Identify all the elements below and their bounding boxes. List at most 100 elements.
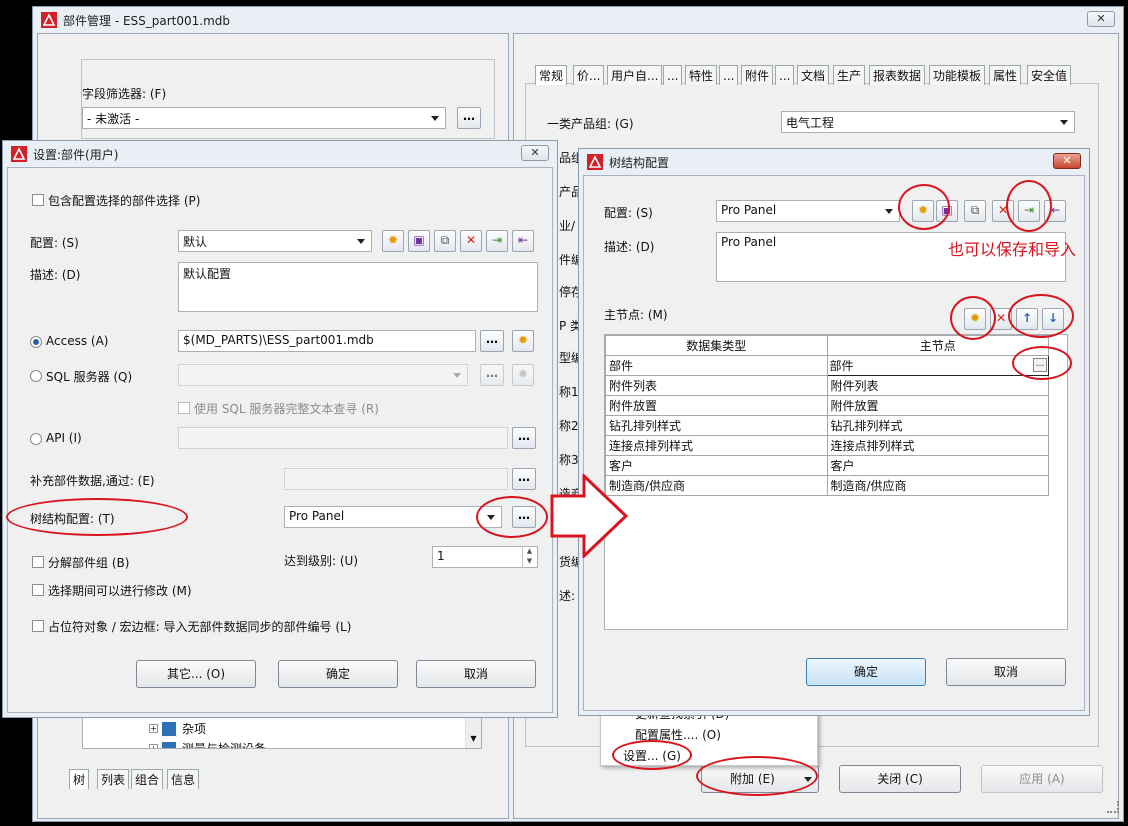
settings-ok-button[interactable]: 确定: [278, 660, 398, 688]
table-cell: 客户: [826, 455, 1049, 476]
config-select[interactable]: 默认: [178, 230, 372, 252]
tree-config-more-button[interactable]: …: [512, 506, 536, 528]
apply-button[interactable]: 应用 (A): [981, 765, 1103, 793]
red-arrow-icon: [550, 474, 629, 558]
tab-more-3[interactable]: ...: [775, 65, 795, 85]
delete-config-icon[interactable]: ✕: [992, 200, 1014, 222]
cell-more-button[interactable]: …: [1033, 358, 1047, 372]
placeholder-label: 占位符对象 / 宏边框: 导入无部件数据同步的部件编号 (L): [48, 620, 352, 634]
tab-documents[interactable]: 文档: [797, 65, 830, 85]
tab-attributes[interactable]: 属性: [989, 65, 1022, 85]
tab-production[interactable]: 生产: [833, 65, 866, 85]
table-row[interactable]: 连接点排列样式 连接点排列样式: [605, 435, 1049, 456]
access-radio[interactable]: [30, 336, 42, 348]
sql-label: SQL 服务器 (Q): [46, 370, 133, 384]
tab-combination[interactable]: 组合: [131, 769, 164, 789]
delete-node-icon[interactable]: ✕: [990, 308, 1012, 330]
sql-new-sun-icon[interactable]: ✹: [512, 364, 534, 386]
expand-icon[interactable]: +: [149, 744, 158, 748]
table-row[interactable]: 客户 客户: [605, 455, 1049, 476]
field-filter-select[interactable]: - 未激活 -: [82, 107, 446, 129]
main-close-button[interactable]: ✕: [1087, 11, 1115, 27]
expand-icon[interactable]: +: [149, 724, 158, 733]
tab-accessories[interactable]: 附件: [741, 65, 774, 85]
sql-server-select[interactable]: [178, 364, 468, 386]
tab-general[interactable]: 常规: [535, 65, 568, 85]
table-row[interactable]: 钻孔排列样式 钻孔排列样式: [605, 415, 1049, 436]
tab-info[interactable]: 信息: [167, 769, 200, 789]
supplement-label: 补充部件数据,通过: (E): [30, 474, 155, 488]
decompose-checkbox[interactable]: [32, 556, 44, 568]
column-header-main-node[interactable]: 主节点: [826, 335, 1049, 356]
tab-more-1[interactable]: ...: [663, 65, 683, 85]
tree-item[interactable]: + 测量与检测设备: [149, 740, 266, 748]
export-config-icon[interactable]: ⇤: [1044, 200, 1066, 222]
field-filter-more-button[interactable]: …: [457, 107, 481, 129]
sql-fulltext-checkbox[interactable]: [178, 402, 190, 414]
move-down-arrow-icon[interactable]: ↓: [1042, 308, 1064, 330]
save-config-icon[interactable]: ▣: [408, 230, 430, 252]
menu-item-settings[interactable]: 设置... (G): [623, 747, 681, 764]
tab-function-template[interactable]: 功能模板: [929, 65, 986, 85]
resize-grip-icon[interactable]: [1107, 801, 1119, 813]
tab-report-data[interactable]: 报表数据: [869, 65, 926, 85]
include-config-checkbox[interactable]: [32, 194, 44, 206]
tab-user-defined[interactable]: 用户自...: [607, 65, 663, 85]
delete-config-icon[interactable]: ✕: [460, 230, 482, 252]
save-config-icon[interactable]: ▣: [936, 200, 958, 222]
new-node-sun-icon[interactable]: ✹: [964, 308, 986, 330]
level-spinner-arrows-icon[interactable]: ▲ ▼: [522, 546, 536, 568]
extra-button[interactable]: 附加 (E): [701, 765, 819, 793]
column-header-dataset-type[interactable]: 数据集类型: [605, 335, 828, 356]
tab-safety-values[interactable]: 安全值: [1027, 65, 1072, 85]
import-config-icon[interactable]: ⇥: [486, 230, 508, 252]
table-row[interactable]: 制造商/供应商 制造商/供应商: [605, 475, 1049, 496]
menu-item-configure-properties[interactable]: 配置属性.... (O): [635, 726, 721, 743]
table-cell: 制造商/供应商: [605, 475, 828, 496]
import-config-icon[interactable]: ⇥: [1018, 200, 1040, 222]
access-browse-button[interactable]: …: [480, 330, 504, 352]
desc-textarea[interactable]: 默认配置: [178, 262, 538, 312]
table-row[interactable]: 附件列表 附件列表: [605, 375, 1049, 396]
tab-price[interactable]: 价...: [573, 65, 605, 85]
tree-config-close-button[interactable]: ✕: [1053, 153, 1081, 169]
tree-ok-button[interactable]: 确定: [806, 658, 926, 686]
api-radio[interactable]: [30, 433, 42, 445]
copy-config-icon[interactable]: ⧉: [964, 200, 986, 222]
supplement-browse-button[interactable]: …: [512, 468, 536, 490]
new-config-sun-icon[interactable]: ✹: [382, 230, 404, 252]
table-row[interactable]: 部件 部件 …: [605, 355, 1049, 376]
table-cell-editing[interactable]: 部件 …: [826, 355, 1049, 376]
tree-item[interactable]: + 杂项: [149, 720, 206, 737]
tree-config-select[interactable]: Pro Panel: [716, 200, 900, 222]
api-browse-button[interactable]: …: [512, 427, 536, 449]
main-node-grid-frame: 数据集类型 主节点 部件 部件 … 附件列表 附件列表 附件放置 附件放置 钻孔排列…: [604, 334, 1068, 630]
tree-cancel-button[interactable]: 取消: [946, 658, 1066, 686]
desc-label: 描述: (D): [30, 268, 81, 282]
settings-dialog: 设置:部件(用户) ✕ 包含配置选择的部件选择 (P) 配置: (S) 默认 ✹…: [2, 140, 558, 718]
other-button[interactable]: 其它... (O): [136, 660, 256, 688]
product-group-select[interactable]: 电气工程: [781, 111, 1075, 133]
tab-more-2[interactable]: ...: [719, 65, 739, 85]
supplement-input[interactable]: [284, 468, 508, 490]
tab-list[interactable]: 列表: [97, 769, 130, 789]
modify-checkbox[interactable]: [32, 584, 44, 596]
table-row[interactable]: 附件放置 附件放置: [605, 395, 1049, 416]
access-new-sun-icon[interactable]: ✹: [512, 330, 534, 352]
sql-browse-button[interactable]: …: [480, 364, 504, 386]
copy-config-icon[interactable]: ⧉: [434, 230, 456, 252]
export-config-icon[interactable]: ⇤: [512, 230, 534, 252]
settings-close-button[interactable]: ✕: [521, 145, 549, 161]
tree-config-select[interactable]: Pro Panel: [284, 506, 502, 528]
access-path-input[interactable]: $(MD_PARTS)\ESS_part001.mdb: [178, 330, 476, 352]
new-config-sun-icon[interactable]: ✹: [912, 200, 934, 222]
settings-cancel-button[interactable]: 取消: [416, 660, 536, 688]
api-input[interactable]: [178, 427, 508, 449]
close-button[interactable]: 关闭 (C): [839, 765, 961, 793]
tab-properties[interactable]: 特性: [685, 65, 718, 85]
include-config-label: 包含配置选择的部件选择 (P): [48, 194, 201, 208]
placeholder-checkbox[interactable]: [32, 620, 44, 632]
move-up-arrow-icon[interactable]: ↑: [1016, 308, 1038, 330]
sql-radio[interactable]: [30, 370, 42, 382]
tab-tree[interactable]: 树: [69, 769, 90, 789]
